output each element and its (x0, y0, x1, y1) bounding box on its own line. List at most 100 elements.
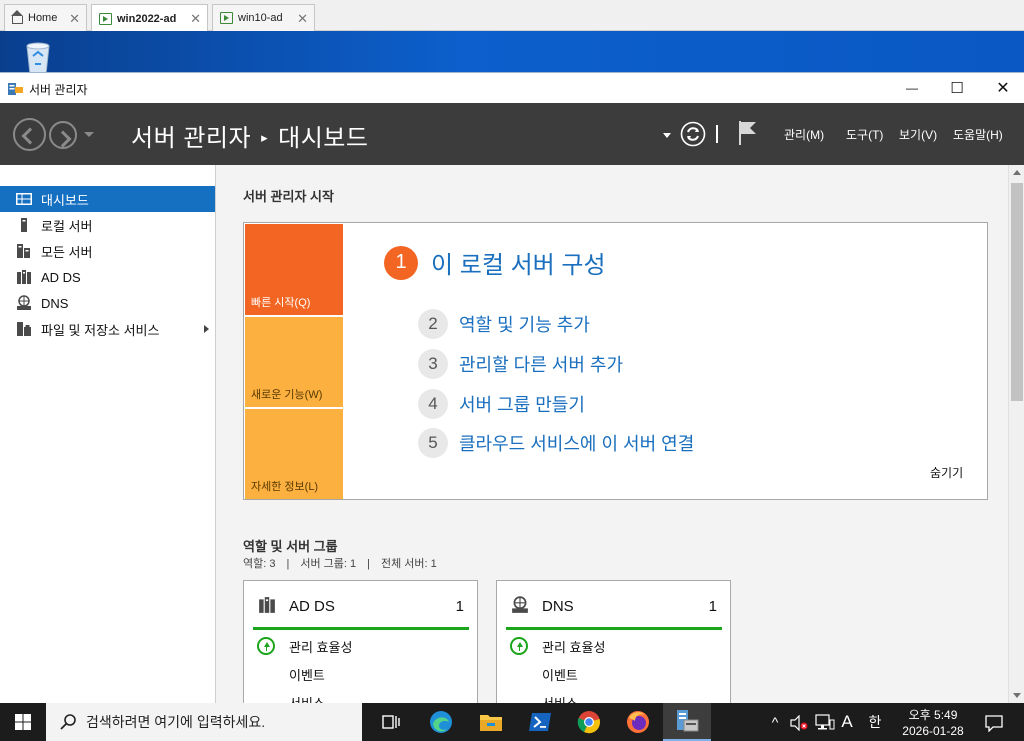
step-link[interactable]: 역할 및 기능 추가 (459, 311, 590, 337)
start-button[interactable] (0, 703, 46, 741)
taskbar-powershell[interactable] (516, 703, 564, 741)
total-servers-count: 전체 서버: 1 (380, 558, 437, 570)
step-add-servers[interactable]: 3 관리할 다른 서버 추가 (418, 349, 623, 379)
roles-section-title: 역할 및 서버 그룹 (243, 539, 338, 554)
sidebar-item-label: DNS (41, 295, 69, 311)
forward-button[interactable] (49, 121, 77, 149)
ok-status-icon (510, 637, 528, 655)
dns-icon (512, 596, 528, 613)
close-icon[interactable]: ✕ (190, 11, 201, 27)
back-button[interactable] (13, 118, 46, 151)
vm-tab-win2022-ad[interactable]: win2022-ad ✕ (91, 4, 208, 32)
taskbar-firefox[interactable] (614, 703, 662, 741)
tray-overflow-icon[interactable]: ^ (766, 703, 784, 741)
taskbar-file-explorer[interactable] (467, 703, 515, 741)
menu-help[interactable]: 도움말(H) (953, 126, 1003, 143)
step-number: 1 (384, 245, 418, 280)
server-manager-icon (8, 83, 23, 95)
firefox-icon (627, 711, 649, 733)
roles-count: 역할: 3 (243, 558, 276, 570)
menu-view[interactable]: 보기(V) (899, 126, 937, 143)
step-configure-local-server[interactable]: 1 이 로컬 서버 구성 (384, 245, 606, 280)
summary-separator: | (367, 558, 370, 570)
sidebar-item-local-server[interactable]: 로컬 서버 (0, 212, 215, 238)
tile-label: 자세한 정보(L) (251, 481, 319, 493)
menu-manage[interactable]: 관리(M) (784, 126, 824, 143)
volume-muted-icon[interactable] (790, 715, 808, 731)
tile-learn-more[interactable]: 자세한 정보(L) (245, 409, 343, 499)
taskbar-server-manager[interactable] (663, 703, 711, 741)
role-card-manageability[interactable]: 관리 효율성 (542, 637, 605, 656)
tile-whats-new[interactable]: 새로운 기능(W) (245, 317, 343, 407)
step-link[interactable]: 클라우드 서비스에 이 서버 연결 (459, 430, 694, 456)
server-groups-count: 서버 그룹: 1 (300, 558, 357, 570)
dns-icon (17, 295, 31, 310)
summary-separator: | (286, 558, 290, 570)
network-icon[interactable] (815, 714, 835, 732)
ime-mode-indicator[interactable]: A (837, 703, 857, 741)
close-icon[interactable]: ✕ (69, 11, 80, 27)
step-number: 2 (418, 309, 448, 339)
taskbar-chrome[interactable] (565, 703, 613, 741)
minimize-button[interactable]: — (889, 73, 935, 103)
menu-tools[interactable]: 도구(T) (846, 126, 883, 143)
role-card-events[interactable]: 이벤트 (542, 665, 578, 684)
role-card-services[interactable]: 서비스 (542, 693, 578, 703)
dashboard-content: 서버 관리자 시작 빠른 시작(Q) 새로운 기능(W) 자세한 정보(L) 1… (216, 165, 1008, 703)
breadcrumb: 서버 관리자 ▸ 대시보드 (131, 118, 368, 153)
sidebar-item-dashboard[interactable]: 대시보드 (0, 186, 215, 212)
breadcrumb-app[interactable]: 서버 관리자 (131, 125, 251, 152)
notifications-flag-icon[interactable] (738, 120, 758, 146)
sidebar-item-all-servers[interactable]: 모든 서버 (0, 238, 215, 264)
scrollbar-thumb[interactable] (1011, 183, 1023, 401)
file-explorer-icon (480, 715, 502, 731)
maximize-button[interactable]: ☐ (934, 73, 980, 103)
step-link[interactable]: 관리할 다른 서버 추가 (459, 351, 623, 377)
system-clock[interactable]: 오후 5:49 2026-01-28 (893, 707, 973, 739)
maximize-icon: ☐ (950, 80, 964, 97)
recycle-bin-icon[interactable] (19, 40, 57, 74)
step-link[interactable]: 이 로컬 서버 구성 (431, 245, 606, 280)
sidebar: 대시보드 로컬 서버 모든 서버 AD DS DNS 파일 및 저장소 서비스 (0, 165, 216, 703)
windows-logo-icon (15, 714, 31, 730)
taskbar-search-box[interactable]: 검색하려면 여기에 입력하세요. (46, 703, 362, 741)
role-card-services[interactable]: 서비스 (289, 693, 325, 703)
step-add-roles[interactable]: 2 역할 및 기능 추가 (418, 309, 590, 339)
scroll-down-icon[interactable] (1013, 693, 1021, 698)
close-icon[interactable]: ✕ (297, 11, 308, 27)
vertical-scrollbar[interactable] (1008, 165, 1024, 703)
role-card-manageability[interactable]: 관리 효율성 (289, 637, 352, 656)
sidebar-item-file-storage[interactable]: 파일 및 저장소 서비스 (0, 316, 215, 342)
hide-link[interactable]: 숨기기 (930, 464, 963, 481)
clock-date: 2026-01-28 (902, 724, 964, 738)
role-card-events[interactable]: 이벤트 (289, 665, 325, 684)
window-title: 서버 관리자 (29, 83, 88, 97)
sidebar-item-ad-ds[interactable]: AD DS (0, 264, 215, 290)
all-servers-icon (17, 244, 30, 258)
taskbar: 검색하려면 여기에 입력하세요. ^ A 한 오후 5:49 2026-01-2… (0, 703, 1024, 741)
dropdown-icon[interactable] (663, 133, 671, 138)
tile-quick-start[interactable]: 빠른 시작(Q) (245, 224, 343, 315)
vm-tab-home[interactable]: Home ✕ (4, 4, 87, 31)
role-card-count: 1 (708, 598, 717, 615)
powershell-icon (529, 713, 551, 731)
role-card-title[interactable]: AD DS (289, 598, 335, 615)
notification-center-icon[interactable] (985, 714, 1003, 732)
history-dropdown-icon[interactable] (84, 132, 94, 137)
vm-tab-win10-ad[interactable]: win10-ad ✕ (212, 4, 315, 31)
step-create-server-group[interactable]: 4 서버 그룹 만들기 (418, 389, 585, 419)
step-connect-cloud[interactable]: 5 클라우드 서비스에 이 서버 연결 (418, 428, 694, 458)
expand-arrow-icon[interactable] (204, 325, 209, 333)
ad-ds-icon (259, 597, 275, 613)
scroll-up-icon[interactable] (1013, 170, 1021, 175)
sidebar-item-dns[interactable]: DNS (0, 290, 215, 316)
taskbar-edge[interactable] (417, 703, 465, 741)
role-card-title[interactable]: DNS (542, 598, 574, 615)
task-view-button[interactable] (367, 703, 415, 741)
ime-language-indicator[interactable]: 한 (864, 703, 886, 741)
step-link[interactable]: 서버 그룹 만들기 (459, 391, 585, 417)
close-button[interactable]: ✕ (980, 73, 1024, 103)
desktop-background (0, 31, 1024, 74)
role-card-ad-ds: AD DS 1 관리 효율성 이벤트 서비스 (243, 580, 478, 703)
refresh-icon[interactable] (680, 121, 706, 147)
